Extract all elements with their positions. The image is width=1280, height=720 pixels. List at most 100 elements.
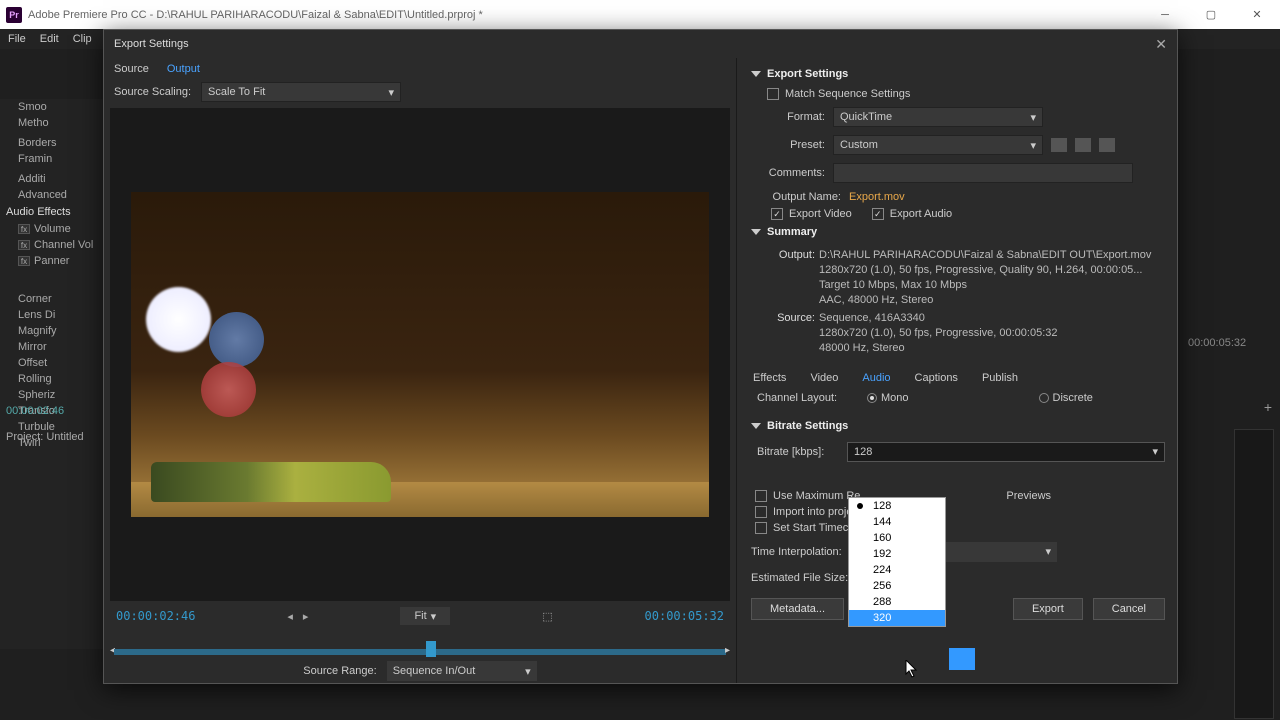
maximize-icon[interactable]: ▢ xyxy=(1188,0,1234,29)
source-scaling-label: Source Scaling: xyxy=(114,86,191,98)
set-start-tc-label: Set Start Timeco xyxy=(773,522,854,534)
source-range-select[interactable]: Sequence In/Out ▾ xyxy=(387,661,537,681)
bitrate-option-192[interactable]: 192 xyxy=(849,546,945,562)
fx-row[interactable]: Metho xyxy=(0,115,103,131)
fx-row[interactable]: Advanced xyxy=(0,187,103,203)
fx-row[interactable]: Smoo xyxy=(0,99,103,115)
format-select[interactable]: QuickTime ▾ xyxy=(833,107,1043,127)
radio-discrete[interactable] xyxy=(1039,393,1049,403)
preview-content xyxy=(151,462,391,502)
preview-column: Source Output Source Scaling: Scale To F… xyxy=(104,58,737,683)
export-button[interactable]: Export xyxy=(1013,598,1083,620)
import-project-label: Import into proje xyxy=(773,506,852,518)
close-icon[interactable]: ✕ xyxy=(1234,0,1280,29)
radio-mono[interactable] xyxy=(867,393,877,403)
source-scaling-select[interactable]: Scale To Fit ▾ xyxy=(201,82,401,102)
cursor-icon xyxy=(905,660,919,678)
fx-panner[interactable]: fxPanner xyxy=(0,253,103,269)
effect-item[interactable]: Spheriz xyxy=(0,387,103,403)
preview-content xyxy=(146,287,211,352)
preview-area xyxy=(110,108,730,601)
chevron-down-icon: ▾ xyxy=(431,610,437,623)
source-range-label: Source Range: xyxy=(303,665,376,677)
import-project-checkbox[interactable] xyxy=(755,506,767,518)
fx-channel-vol[interactable]: fxChannel Vol xyxy=(0,237,103,253)
queue-button-edge[interactable] xyxy=(949,648,975,670)
comments-label: Comments: xyxy=(751,167,833,179)
audio-effects-hdr: Audio Effects xyxy=(0,203,103,221)
minimize-icon[interactable]: ─ xyxy=(1142,0,1188,29)
effect-item[interactable]: Magnify xyxy=(0,323,103,339)
add-button[interactable]: + xyxy=(1264,399,1272,415)
prev-frame-icon[interactable]: ◂ xyxy=(287,610,293,623)
preview-content xyxy=(201,362,256,417)
menu-file[interactable]: File xyxy=(8,33,26,45)
subtab-audio[interactable]: Audio xyxy=(862,372,890,384)
export-audio-label: Export Audio xyxy=(890,208,952,220)
effect-item[interactable]: Offset xyxy=(0,355,103,371)
scrubber-track[interactable] xyxy=(114,649,726,655)
bitrate-settings-header[interactable]: Bitrate Settings xyxy=(751,420,1165,432)
bitrate-option-256[interactable]: 256 xyxy=(849,578,945,594)
next-frame-icon[interactable]: ▸ xyxy=(303,610,309,623)
bitrate-option-224[interactable]: 224 xyxy=(849,562,945,578)
disclosure-icon xyxy=(751,423,761,429)
export-video-label: Export Video xyxy=(789,208,852,220)
metadata-button[interactable]: Metadata... xyxy=(751,598,844,620)
close-icon[interactable]: ✕ xyxy=(1155,36,1167,53)
bitrate-select[interactable]: 128 ▾ xyxy=(847,442,1165,462)
save-preset-icon[interactable] xyxy=(1051,138,1067,152)
tab-output[interactable]: Output xyxy=(167,63,200,75)
chevron-down-icon: ▾ xyxy=(1030,111,1036,124)
effect-item[interactable]: Lens Di xyxy=(0,307,103,323)
playhead[interactable] xyxy=(426,641,436,657)
subtab-video[interactable]: Video xyxy=(810,372,838,384)
disclosure-icon xyxy=(751,71,761,77)
comments-input[interactable] xyxy=(833,163,1133,183)
tab-source[interactable]: Source xyxy=(114,63,149,75)
chevron-down-icon: ▾ xyxy=(1152,445,1158,458)
effect-item[interactable]: Corner xyxy=(0,291,103,307)
aspect-icon[interactable]: ⬚ xyxy=(542,610,552,623)
export-audio-checkbox[interactable]: ✓ xyxy=(872,208,884,220)
preset-select[interactable]: Custom ▾ xyxy=(833,135,1043,155)
effect-item[interactable]: Rolling xyxy=(0,371,103,387)
use-max-render-checkbox[interactable] xyxy=(755,490,767,502)
bitrate-option-128[interactable]: 128 xyxy=(849,498,945,514)
scrubber[interactable]: ◂ ▸ xyxy=(114,631,726,659)
export-settings-header[interactable]: Export Settings xyxy=(751,68,1165,80)
subtab-effects[interactable]: Effects xyxy=(753,372,786,384)
menu-clip[interactable]: Clip xyxy=(73,33,92,45)
export-video-checkbox[interactable]: ✓ xyxy=(771,208,783,220)
fx-volume[interactable]: fxVolume xyxy=(0,221,103,237)
import-preset-icon[interactable] xyxy=(1075,138,1091,152)
delete-preset-icon[interactable] xyxy=(1099,138,1115,152)
set-start-tc-checkbox[interactable] xyxy=(755,522,767,534)
fx-row[interactable]: Additi xyxy=(0,171,103,187)
fx-row[interactable]: Framin xyxy=(0,151,103,167)
menu-edit[interactable]: Edit xyxy=(40,33,59,45)
bitrate-option-144[interactable]: 144 xyxy=(849,514,945,530)
subtab-publish[interactable]: Publish xyxy=(982,372,1018,384)
bitrate-option-160[interactable]: 160 xyxy=(849,530,945,546)
summary-header[interactable]: Summary xyxy=(751,226,1165,238)
timecode-in[interactable]: 00:00:02:46 xyxy=(116,609,195,623)
output-name-link[interactable]: Export.mov xyxy=(849,191,905,203)
bitrate-option-288[interactable]: 288 xyxy=(849,594,945,610)
subtab-captions[interactable]: Captions xyxy=(915,372,958,384)
bitrate-label: Bitrate [kbps]: xyxy=(757,446,847,458)
output-name-label: Output Name: xyxy=(751,191,849,203)
match-sequence-checkbox[interactable] xyxy=(767,88,779,100)
effect-item[interactable]: Mirror xyxy=(0,339,103,355)
premiere-icon: Pr xyxy=(6,7,22,23)
zoom-select[interactable]: Fit ▾ xyxy=(400,607,450,625)
fx-row[interactable]: Borders xyxy=(0,135,103,151)
timecode-out[interactable]: 00:00:05:32 xyxy=(645,609,724,623)
out-marker-icon[interactable]: ▸ xyxy=(725,645,730,656)
bitrate-option-320[interactable]: 320 xyxy=(849,610,945,626)
dialog-title: Export Settings xyxy=(114,38,189,50)
cancel-button[interactable]: Cancel xyxy=(1093,598,1165,620)
format-label: Format: xyxy=(751,111,833,123)
disclosure-icon xyxy=(751,229,761,235)
bitrate-dropdown[interactable]: 128 144 160 192 224 256 288 320 xyxy=(848,497,946,627)
